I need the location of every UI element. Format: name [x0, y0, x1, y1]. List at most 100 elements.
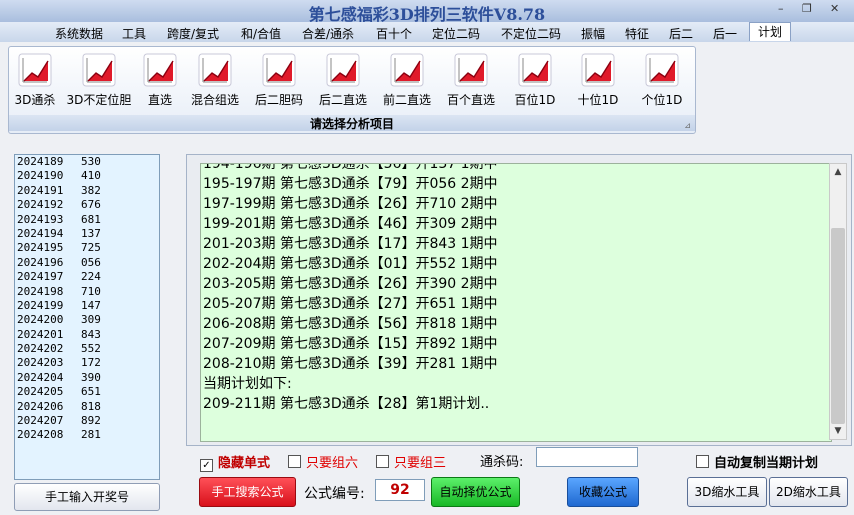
bar-chart-icon [82, 53, 116, 87]
list-item[interactable]: 2024198 710 [15, 285, 159, 299]
ribbon-last-two-direct-button[interactable]: 后二直选 [313, 53, 373, 108]
list-item[interactable]: 2024194 137 [15, 227, 159, 241]
ribbon-3d-kill-button[interactable]: 3D通杀 [13, 53, 57, 108]
ribbon-label: 3D通杀 [14, 93, 56, 107]
bar-chart-icon [198, 53, 232, 87]
shrink-2d-button[interactable]: 2D缩水工具 [769, 477, 848, 507]
menu-sum[interactable]: 和/合值 [241, 25, 281, 42]
bar-chart-icon [518, 53, 552, 87]
list-item[interactable]: 2024192 676 [15, 198, 159, 212]
log-line: 208-210期 第七感3D通杀【39】开281 1期中 [203, 356, 498, 372]
log-line: 201-203期 第七感3D通杀【17】开843 1期中 [203, 236, 498, 252]
menu-last-one[interactable]: 后一 [713, 25, 737, 42]
list-item[interactable]: 2024195 725 [15, 241, 159, 255]
menu-plan[interactable]: 计划 [749, 22, 792, 41]
history-list[interactable]: 2024189 530 2024190 410 2024191 382 2024192… [14, 154, 160, 480]
only-group6-checkbox[interactable]: 只要组六 [288, 452, 358, 471]
list-item[interactable]: 2024202 552 [15, 342, 159, 356]
scroll-up-icon[interactable]: ▲ [830, 164, 846, 180]
bar-chart-icon [143, 53, 177, 87]
minimize-icon[interactable]: – [778, 2, 784, 15]
ribbon-label: 后二胆码 [254, 93, 303, 107]
list-item[interactable]: 2024208 281 [15, 428, 159, 442]
menu-amplitude[interactable]: 振幅 [581, 25, 605, 42]
bar-chart-icon [326, 53, 360, 87]
only-group3-checkbox[interactable]: 只要组三 [376, 452, 446, 471]
log-line: 当期计划如下: [203, 376, 292, 392]
list-item[interactable]: 2024196 056 [15, 256, 159, 270]
menu-unfixed-two[interactable]: 不定位二码 [501, 25, 561, 42]
log-line: 195-197期 第七感3D通杀【79】开056 2期中 [203, 176, 498, 192]
list-item[interactable]: 2024191 382 [15, 184, 159, 198]
list-item[interactable]: 2024203 172 [15, 356, 159, 370]
scroll-thumb[interactable] [831, 228, 845, 424]
search-formula-button[interactable]: 手工搜索公式 [199, 477, 296, 507]
ribbon-hundred-one-direct-button[interactable]: 百个直选 [441, 53, 501, 108]
log-line: 202-204期 第七感3D通杀【01】开552 1期中 [203, 256, 498, 272]
ribbon-direct-button[interactable]: 直选 [140, 53, 180, 108]
log-line: 199-201期 第七感3D通杀【46】开309 2期中 [203, 216, 498, 232]
check-icon: ✓ [200, 459, 213, 472]
ribbon-label: 前二直选 [382, 93, 431, 107]
kill-code-label: 通杀码: [480, 455, 524, 470]
ribbon-hundred-1d-button[interactable]: 百位1D [509, 53, 561, 108]
auto-copy-checkbox[interactable]: 自动复制当期计划 [696, 452, 818, 471]
ribbon-label: 混合组选 [190, 93, 239, 107]
scroll-down-icon[interactable]: ▼ [830, 423, 846, 439]
list-item[interactable]: 2024204 390 [15, 371, 159, 385]
list-item[interactable]: 2024207 892 [15, 414, 159, 428]
ribbon-last-two-dan-button[interactable]: 后二胆码 [249, 53, 309, 108]
close-icon[interactable]: ✕ [830, 2, 839, 15]
menu-last-two[interactable]: 后二 [669, 25, 693, 42]
bar-chart-icon [262, 53, 296, 87]
list-item[interactable]: 2024189 530 [15, 155, 159, 169]
log-line: 205-207期 第七感3D通杀【27】开651 1期中 [203, 296, 498, 312]
formula-no-input[interactable]: 92 [375, 479, 425, 501]
hide-single-checkbox[interactable]: ✓ 隐藏单式 [200, 452, 270, 472]
menu-tools[interactable]: 工具 [122, 25, 146, 42]
restore-icon[interactable]: ❐ [802, 2, 812, 15]
result-log[interactable]: 194-196期 第七感3D通杀【56】开137 1期中 195-197期 第七… [200, 163, 832, 442]
list-item[interactable]: 2024206 818 [15, 400, 159, 414]
ribbon-caption: 请选择分析项目 [9, 115, 695, 131]
bar-chart-icon [390, 53, 424, 87]
menu-hundred-ten-one[interactable]: 百十个 [376, 25, 412, 42]
menu-span-compound[interactable]: 跨度/复式 [167, 25, 219, 42]
list-item[interactable]: 2024193 681 [15, 213, 159, 227]
menu-feature[interactable]: 特征 [625, 25, 649, 42]
menu-fixed-two[interactable]: 定位二码 [432, 25, 480, 42]
ribbon-ten-1d-button[interactable]: 十位1D [572, 53, 624, 108]
log-line: 207-209期 第七感3D通杀【15】开892 1期中 [203, 336, 498, 352]
log-line: 197-199期 第七感3D通杀【26】开710 2期中 [203, 196, 498, 212]
log-line: 203-205期 第七感3D通杀【26】开390 2期中 [203, 276, 498, 292]
auto-select-formula-button[interactable]: 自动择优公式 [431, 477, 520, 507]
ribbon-label: 直选 [147, 93, 172, 107]
dialog-launcher-icon[interactable]: ⊿ [684, 121, 691, 130]
list-item[interactable]: 2024200 309 [15, 313, 159, 327]
ribbon-label: 个位1D [641, 93, 683, 107]
list-item[interactable]: 2024199 147 [15, 299, 159, 313]
ribbon-first-two-direct-button[interactable]: 前二直选 [377, 53, 437, 108]
ribbon-label: 后二直选 [318, 93, 367, 107]
bar-chart-icon [18, 53, 52, 87]
ribbon-one-1d-button[interactable]: 个位1D [635, 53, 689, 108]
bar-chart-icon [581, 53, 615, 87]
ribbon-3d-unfixed-dan-button[interactable]: 3D不定位胆 [63, 53, 135, 108]
ribbon-label: 3D不定位胆 [66, 93, 132, 107]
ribbon-label: 十位1D [577, 93, 619, 107]
log-scrollbar[interactable]: ▲ ▼ [829, 163, 847, 440]
bar-chart-icon [645, 53, 679, 87]
menu-bar: 系统数据 工具 跨度/复式 和/合值 合差/通杀 百十个 定位二码 不定位二码 … [0, 22, 854, 42]
menu-system-data[interactable]: 系统数据 [55, 25, 103, 42]
manual-input-button[interactable]: 手工输入开奖号 [14, 483, 160, 511]
list-item[interactable]: 2024190 410 [15, 169, 159, 183]
kill-code-input[interactable] [536, 447, 638, 467]
list-item[interactable]: 2024201 843 [15, 328, 159, 342]
shrink-3d-button[interactable]: 3D缩水工具 [687, 477, 767, 507]
list-item[interactable]: 2024197 224 [15, 270, 159, 284]
ribbon-label: 百个直选 [446, 93, 495, 107]
menu-diff-kill[interactable]: 合差/通杀 [302, 25, 354, 42]
list-item[interactable]: 2024205 651 [15, 385, 159, 399]
favorite-formula-button[interactable]: 收藏公式 [567, 477, 639, 507]
ribbon-mixed-group-button[interactable]: 混合组选 [185, 53, 245, 108]
